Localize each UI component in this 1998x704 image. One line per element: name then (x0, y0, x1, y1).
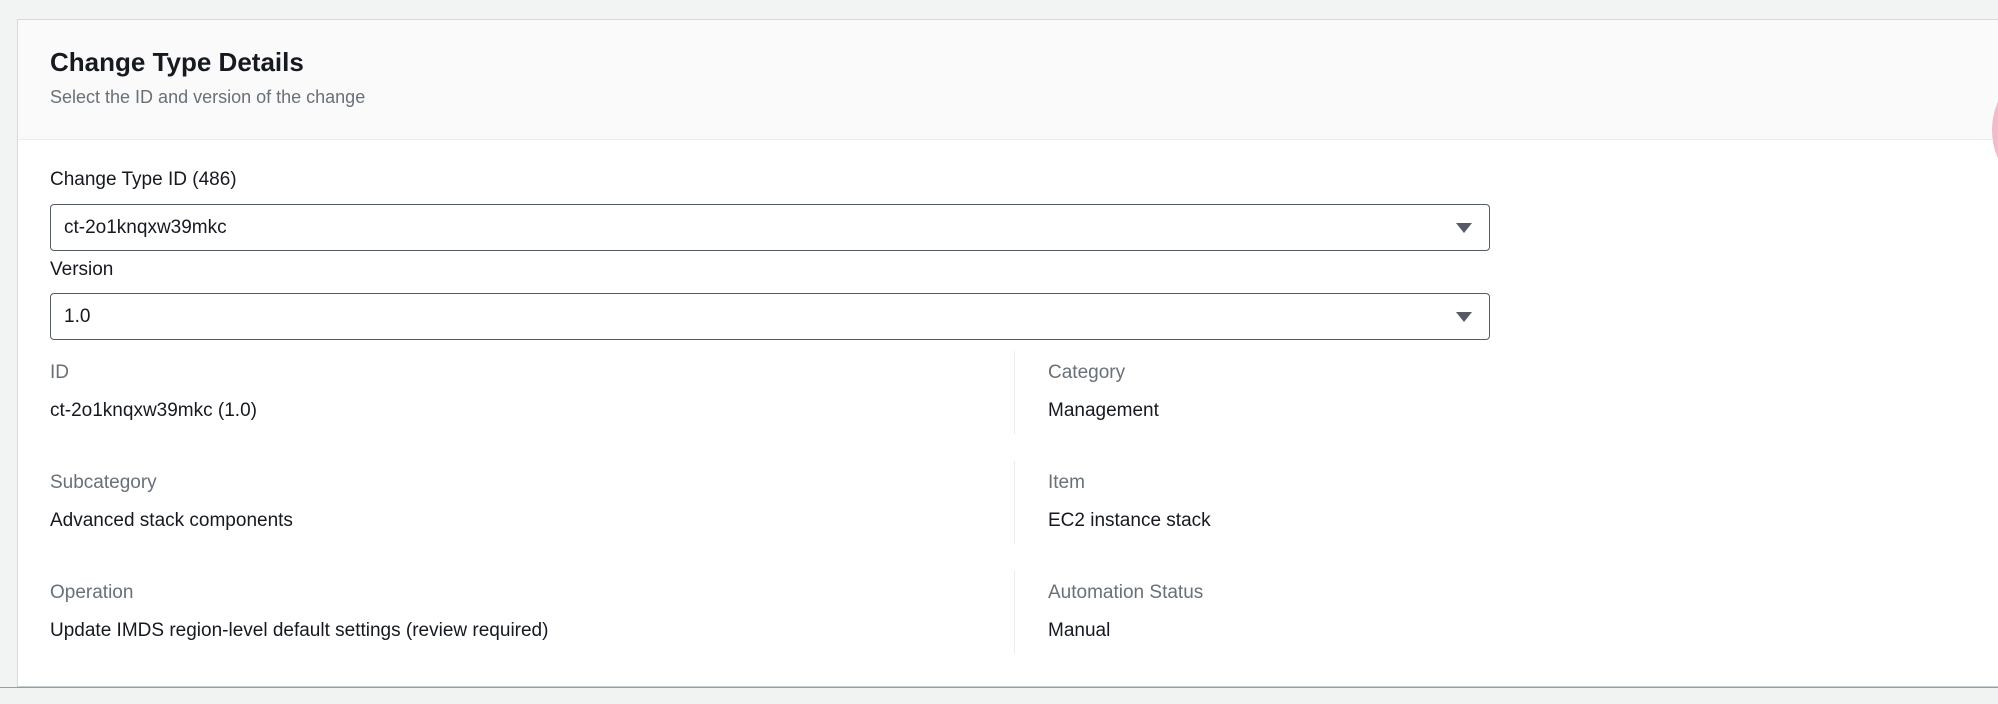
detail-label: Item (1048, 471, 1998, 495)
detail-label: Automation Status (1048, 581, 1998, 605)
change-type-id-select[interactable]: ct-2o1knqxw39mkc (50, 204, 1490, 251)
detail-cell-automation-status: Automation Status Manual (1015, 571, 1998, 654)
page-footer-area (0, 687, 1998, 704)
detail-label: ID (50, 361, 1014, 385)
detail-label: Subcategory (50, 471, 1014, 495)
detail-label: Operation (50, 581, 1014, 605)
change-type-id-label: Change Type ID (486) (50, 168, 1998, 192)
dropdown-arrow-icon (1456, 312, 1472, 322)
panel-header: Change Type Details Select the ID and ve… (18, 20, 1998, 140)
version-select[interactable]: 1.0 (50, 293, 1490, 340)
detail-value: Management (1048, 399, 1998, 423)
panel-body: Change Type ID (486) ct-2o1knqxw39mkc Ve… (18, 140, 1998, 654)
detail-cell-subcategory: Subcategory Advanced stack components (50, 461, 1015, 544)
version-selected-value: 1.0 (64, 306, 90, 328)
change-type-id-selected-value: ct-2o1knqxw39mkc (64, 217, 227, 239)
detail-value: ct-2o1knqxw39mkc (1.0) (50, 399, 1014, 423)
detail-cell-operation: Operation Update IMDS region-level defau… (50, 571, 1015, 654)
detail-value: EC2 instance stack (1048, 509, 1998, 533)
detail-value: Update IMDS region-level default setting… (50, 619, 1014, 643)
version-label: Version (50, 258, 1998, 282)
change-type-details-panel: Change Type Details Select the ID and ve… (17, 19, 1998, 687)
panel-subtitle: Select the ID and version of the change (50, 86, 1966, 108)
detail-label: Category (1048, 361, 1998, 385)
detail-value: Advanced stack components (50, 509, 1014, 533)
page: Change Type Details Select the ID and ve… (0, 0, 1998, 704)
panel-title: Change Type Details (50, 46, 1966, 78)
dropdown-arrow-icon (1456, 223, 1472, 233)
detail-value: Manual (1048, 619, 1998, 643)
detail-cell-item: Item EC2 instance stack (1015, 461, 1998, 544)
change-type-details-list: ID ct-2o1knqxw39mkc (1.0) Category Manag… (50, 351, 1998, 654)
detail-cell-id: ID ct-2o1knqxw39mkc (1.0) (50, 351, 1015, 434)
detail-cell-category: Category Management (1015, 351, 1998, 434)
